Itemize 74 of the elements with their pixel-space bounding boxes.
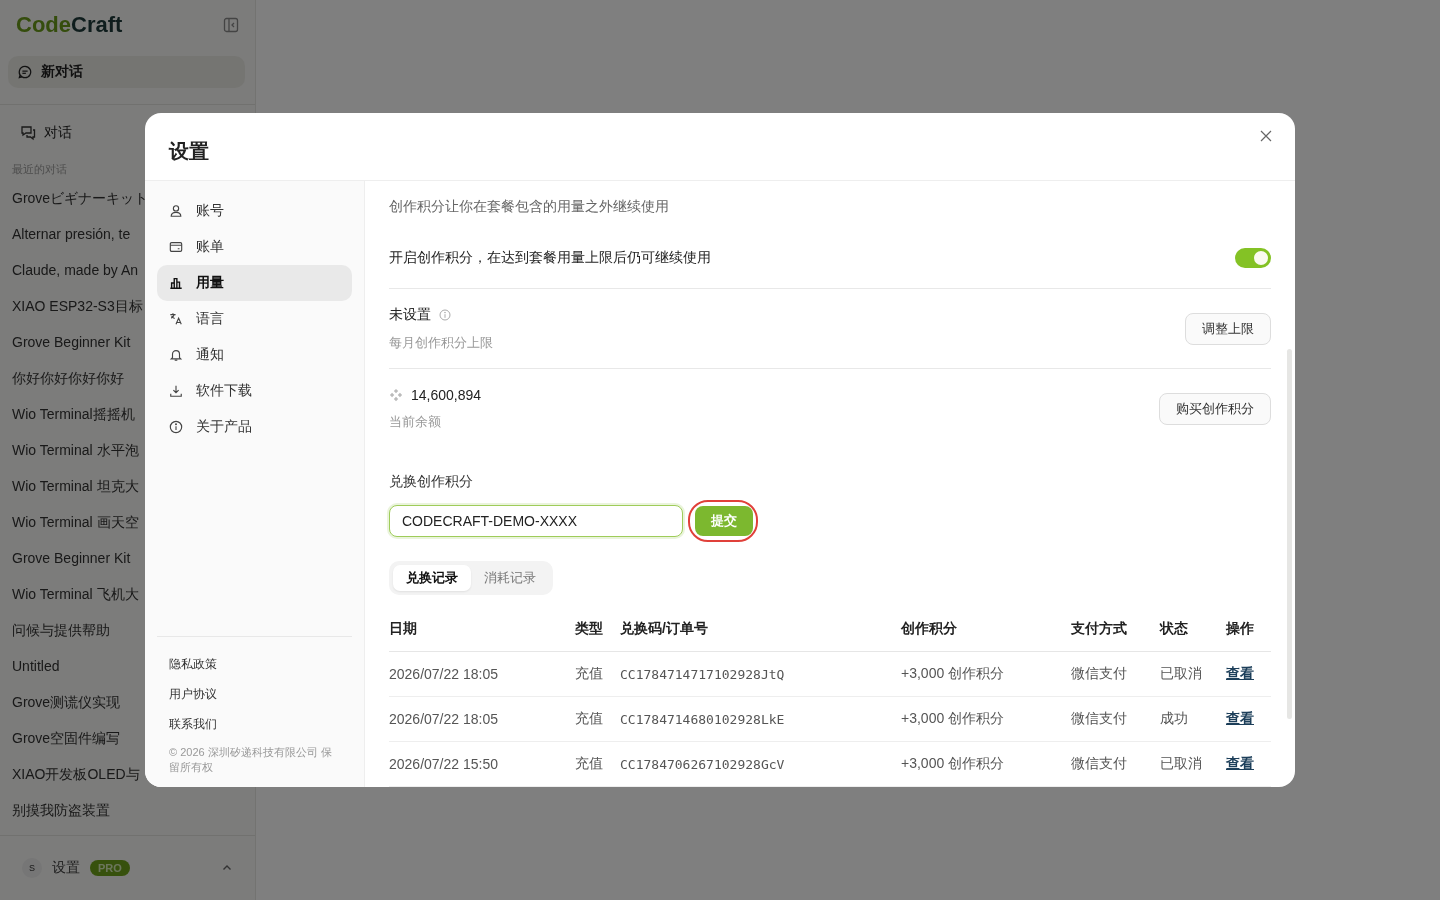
balance-value: 14,600,894 bbox=[411, 387, 482, 404]
dialog-title: 设置 bbox=[169, 139, 209, 164]
plan-badge: PRO bbox=[90, 860, 130, 876]
wallet-icon bbox=[169, 240, 183, 254]
app-logo: CodeCraft bbox=[16, 12, 123, 38]
credits-cell: +3,000 创作积分 bbox=[901, 755, 1005, 771]
footer-link[interactable]: 隐私政策 bbox=[169, 649, 340, 679]
type-cell: 充值 bbox=[575, 755, 603, 771]
date-cell: 2026/07/22 18:05 bbox=[389, 666, 498, 682]
new-chat-button[interactable]: 新对话 bbox=[8, 56, 245, 88]
tab[interactable]: 兑换记录 bbox=[393, 565, 471, 591]
info-icon bbox=[169, 420, 183, 434]
type-cell: 充值 bbox=[575, 665, 603, 681]
code-input-field[interactable]: CODECRAFT-DEMO-XXXX bbox=[389, 505, 683, 537]
redeem-title: 兑换创作积分 bbox=[389, 473, 474, 491]
sidebar-toggle-icon[interactable] bbox=[223, 17, 239, 33]
column-header: 创作积分 bbox=[901, 620, 957, 636]
diamonds-icon bbox=[389, 388, 403, 403]
column-header: 支付方式 bbox=[1071, 620, 1127, 636]
tab[interactable]: 消耗记录 bbox=[471, 565, 549, 591]
view-link[interactable]: 查看 bbox=[1226, 755, 1254, 771]
nav-item[interactable]: 用量 bbox=[157, 265, 352, 301]
payment-cell: 微信支付 bbox=[1071, 665, 1127, 681]
translate-icon bbox=[169, 312, 183, 326]
close-icon[interactable] bbox=[1260, 129, 1272, 142]
column-header: 类型 bbox=[575, 620, 603, 636]
date-cell: 2026/07/22 18:05 bbox=[389, 711, 498, 727]
status-cell: 已取消 bbox=[1160, 755, 1202, 771]
submit-button[interactable]: 提交 bbox=[695, 506, 753, 536]
type-cell: 充值 bbox=[575, 710, 603, 726]
column-header: 状态 bbox=[1160, 620, 1188, 636]
footer-link[interactable]: 用户协议 bbox=[169, 679, 340, 709]
chat-bubbles-icon bbox=[20, 125, 36, 141]
info-icon[interactable] bbox=[439, 308, 451, 321]
toggle-label: 开启创作积分，在达到套餐用量上限后仍可继续使用 bbox=[389, 249, 711, 268]
user-avatar: S bbox=[22, 858, 42, 878]
nav-item[interactable]: 通知 bbox=[157, 337, 352, 373]
nav-item[interactable]: 语言 bbox=[157, 301, 352, 337]
nav-item[interactable]: 软件下载 bbox=[157, 373, 352, 409]
footer-link[interactable]: 联系我们 bbox=[169, 709, 340, 739]
person-icon bbox=[169, 204, 183, 218]
view-link[interactable]: 查看 bbox=[1226, 710, 1254, 726]
scrollbar-thumb[interactable] bbox=[1287, 349, 1292, 719]
payment-cell: 微信支付 bbox=[1071, 710, 1127, 726]
nav-item[interactable]: 账单 bbox=[157, 229, 352, 265]
column-header: 日期 bbox=[389, 620, 417, 636]
toggle-switch[interactable] bbox=[1235, 248, 1271, 269]
download-icon bbox=[169, 384, 183, 398]
adjust-limit-button[interactable]: 调整上限 bbox=[1185, 312, 1271, 345]
order-number-cell: CC1784714717102928JtQ bbox=[620, 666, 785, 682]
status-cell: 成功 bbox=[1160, 710, 1188, 726]
credits-cell: +3,000 创作积分 bbox=[901, 665, 1005, 681]
copyright-text: © 2026 深圳矽递科技有限公司 保留所有权 bbox=[169, 745, 333, 775]
payment-cell: 微信支付 bbox=[1071, 755, 1127, 771]
limit-caption: 每月创作积分上限 bbox=[389, 333, 493, 352]
column-header: 兑换码/订单号 bbox=[620, 620, 708, 636]
bell-icon bbox=[169, 348, 183, 362]
column-header: 操作 bbox=[1226, 620, 1254, 636]
limit-value: 未设置 bbox=[389, 305, 431, 324]
nav-item[interactable]: 关于产品 bbox=[157, 409, 352, 445]
buy-credits-button[interactable]: 购买创作积分 bbox=[1159, 393, 1271, 426]
date-cell: 2026/07/22 15:50 bbox=[389, 756, 498, 772]
nav-item[interactable]: 账号 bbox=[157, 193, 352, 229]
status-cell: 已取消 bbox=[1160, 665, 1202, 681]
order-number-cell: CC1784706267102928GcV bbox=[620, 756, 785, 772]
order-number-cell: CC1784714680102928LkE bbox=[620, 711, 785, 727]
chat-item[interactable]: 别摸我防盗装置 bbox=[0, 792, 255, 828]
credits-cell: +3,000 创作积分 bbox=[901, 710, 1005, 726]
bar-chart-icon bbox=[169, 276, 183, 290]
settings-label[interactable]: 设置 bbox=[52, 859, 80, 877]
view-link[interactable]: 查看 bbox=[1226, 665, 1254, 681]
balance-caption: 当前余额 bbox=[389, 413, 442, 432]
section-description: 创作积分让你在套餐包含的用量之外继续使用 bbox=[389, 197, 670, 215]
chat-bubble-icon bbox=[18, 65, 32, 79]
